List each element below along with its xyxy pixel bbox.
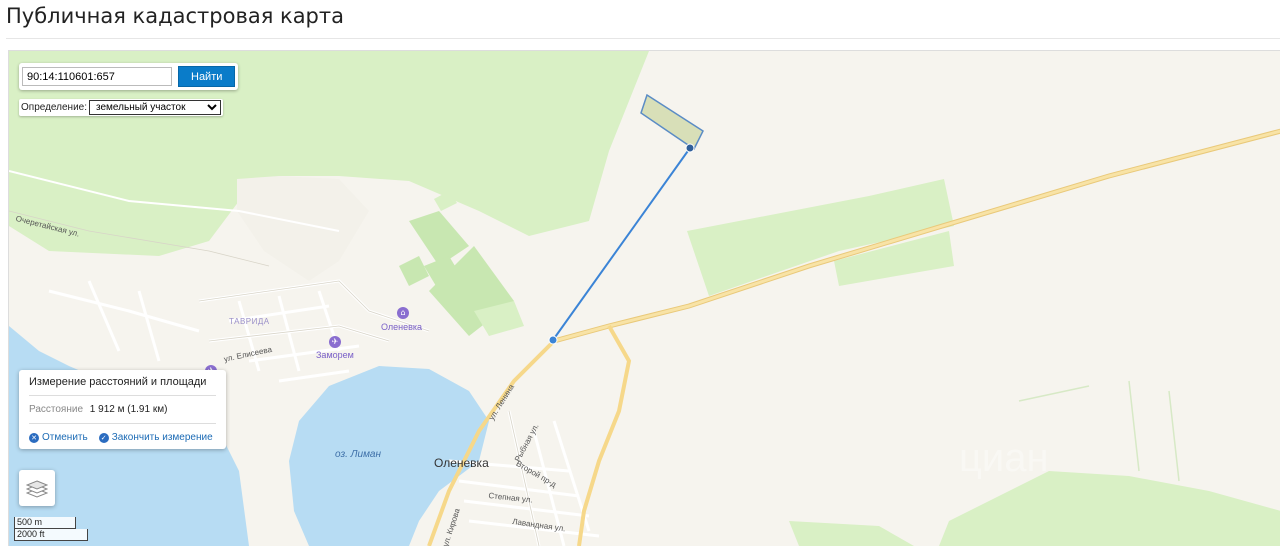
definition-panel: Определение: земельный участок (19, 99, 224, 116)
place-marker-icon[interactable]: ✈ (329, 336, 341, 348)
scale-imperial: 2000 ft (14, 529, 88, 541)
measure-endpoint (685, 143, 695, 153)
search-input[interactable] (22, 67, 172, 86)
definition-select[interactable]: земельный участок (89, 100, 222, 115)
map-canvas[interactable]: циан (9, 51, 1280, 546)
place-marker-icon[interactable]: ⌂ (397, 307, 409, 319)
cancel-measure-link[interactable]: ✕ Отменить (29, 432, 88, 443)
page-title: Публичная кадастровая карта (6, 4, 344, 28)
search-panel: Найти (19, 63, 239, 90)
scale-metric: 500 m (14, 517, 76, 529)
cancel-measure-label: Отменить (42, 432, 88, 443)
finish-measure-link[interactable]: ✓ Закончить измерение (98, 432, 213, 443)
measure-panel: Измерение расстояний и площади Расстояни… (19, 370, 226, 449)
measure-startpoint (548, 335, 558, 345)
distance-value: 1 912 м (1.91 км) (89, 404, 168, 415)
layers-button[interactable] (19, 470, 55, 506)
watermark: циан (959, 436, 1049, 480)
distance-label: Расстояние (29, 404, 84, 415)
finish-measure-label: Закончить измерение (111, 432, 213, 443)
scale-bar: 500 m 2000 ft (14, 517, 88, 541)
definition-label: Определение: (21, 102, 88, 113)
layers-icon (26, 480, 48, 498)
search-button[interactable]: Найти (178, 66, 236, 87)
map-view[interactable]: циан Очеретайская ул. ТАВРИДА ⌂ Оленевка… (8, 50, 1280, 546)
close-circle-icon: ✕ (29, 432, 39, 443)
measure-actions: ✕ Отменить ✓ Закончить измерение (29, 424, 216, 443)
check-circle-icon: ✓ (98, 432, 109, 443)
measure-title: Измерение расстояний и площади (29, 376, 216, 396)
title-divider (6, 38, 1280, 39)
measure-distance: Расстояние 1 912 м (1.91 км) (29, 396, 216, 424)
